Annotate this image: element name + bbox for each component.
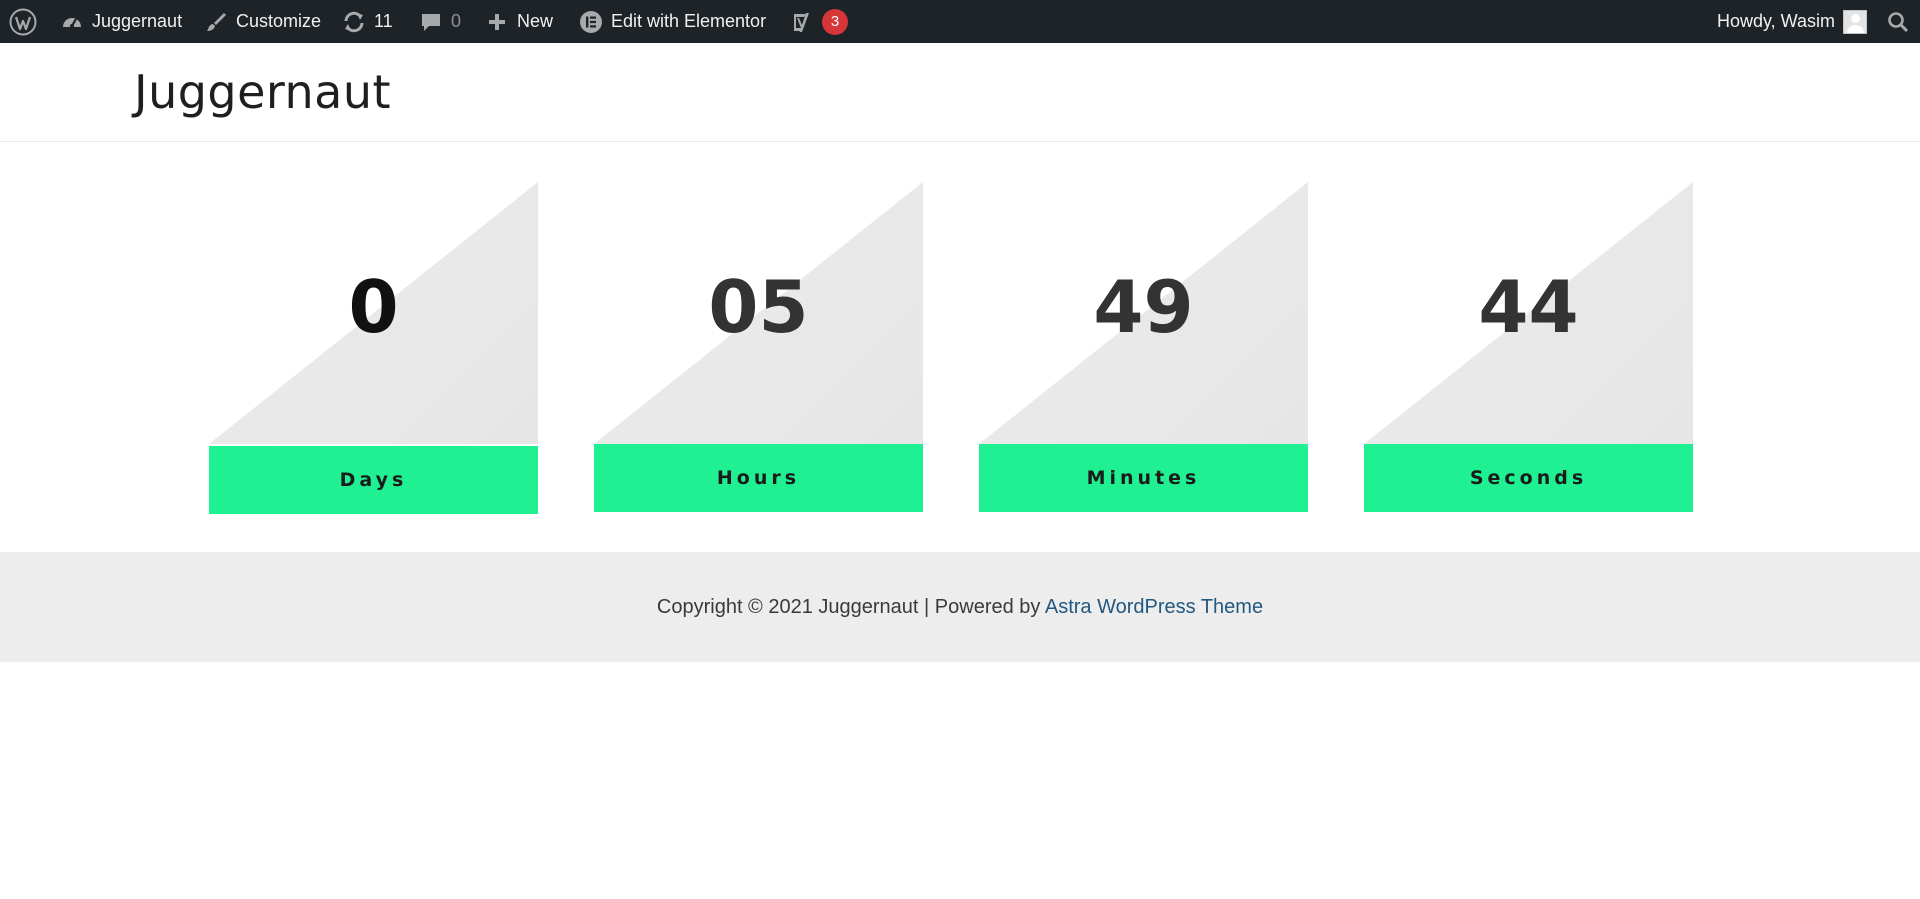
countdown-minutes: 49 Minutes xyxy=(979,182,1308,518)
comments-count: 0 xyxy=(451,11,462,31)
comment-icon xyxy=(419,10,443,34)
countdown-widget: 0 Days 05 Hours 49 Minutes 44 Seconds xyxy=(0,143,1920,552)
new-label: New xyxy=(517,11,554,31)
comments-link[interactable]: 0 xyxy=(419,0,461,43)
customize-link[interactable]: Customize xyxy=(204,0,321,43)
brush-icon xyxy=(204,10,228,34)
countdown-days-label: Days xyxy=(209,446,538,514)
yoast-icon xyxy=(790,10,814,34)
footer-copyright-text: Copyright © 2021 Juggernaut | Powered by xyxy=(656,595,1045,618)
new-content-menu[interactable]: New xyxy=(485,0,553,43)
countdown-days: 0 Days xyxy=(209,182,538,518)
customize-label: Customize xyxy=(236,11,322,31)
elementor-icon xyxy=(579,10,603,34)
edit-elementor-label: Edit with Elementor xyxy=(611,11,767,31)
search-icon xyxy=(1886,10,1910,34)
admin-bar-search[interactable] xyxy=(1886,0,1910,43)
site-footer: Copyright © 2021 Juggernaut | Powered by… xyxy=(0,552,1920,662)
edit-with-elementor-link[interactable]: Edit with Elementor xyxy=(579,0,766,43)
countdown-seconds-label: Seconds xyxy=(1364,444,1693,512)
countdown-days-value: 0 xyxy=(348,265,399,349)
howdy-label: Howdy, Wasim xyxy=(1717,11,1836,31)
countdown-seconds: 44 Seconds xyxy=(1364,182,1693,518)
site-name-menu[interactable]: Juggernaut xyxy=(60,0,182,43)
countdown-seconds-value: 44 xyxy=(1478,265,1579,349)
footer-copyright: Copyright © 2021 Juggernaut | Powered by… xyxy=(657,596,1263,619)
wordpress-logo-icon xyxy=(8,7,38,37)
updates-link[interactable]: 11 xyxy=(342,0,393,43)
my-account-menu[interactable]: Howdy, Wasim xyxy=(1717,0,1868,43)
countdown-minutes-value: 49 xyxy=(1093,265,1194,349)
astra-theme-link[interactable]: Astra WordPress Theme xyxy=(1045,596,1263,618)
site-name-label: Juggernaut xyxy=(92,11,183,31)
refresh-icon xyxy=(342,10,366,34)
updates-count: 11 xyxy=(374,11,393,31)
plus-icon xyxy=(485,10,509,34)
countdown-hours: 05 Hours xyxy=(594,182,923,518)
countdown-hours-value: 05 xyxy=(708,265,809,349)
wp-admin-bar: Juggernaut Customize 11 0 New Edit with … xyxy=(0,0,1920,43)
site-header: Juggernaut xyxy=(0,43,1920,142)
yoast-seo-menu[interactable]: 3 xyxy=(790,0,848,43)
dashboard-icon xyxy=(60,10,84,34)
yoast-notification-badge: 3 xyxy=(822,8,848,35)
avatar xyxy=(1843,9,1868,34)
wordpress-menu[interactable] xyxy=(8,0,38,43)
countdown-hours-label: Hours xyxy=(594,444,923,512)
site-title[interactable]: Juggernaut xyxy=(134,65,391,119)
countdown-minutes-label: Minutes xyxy=(979,444,1308,512)
